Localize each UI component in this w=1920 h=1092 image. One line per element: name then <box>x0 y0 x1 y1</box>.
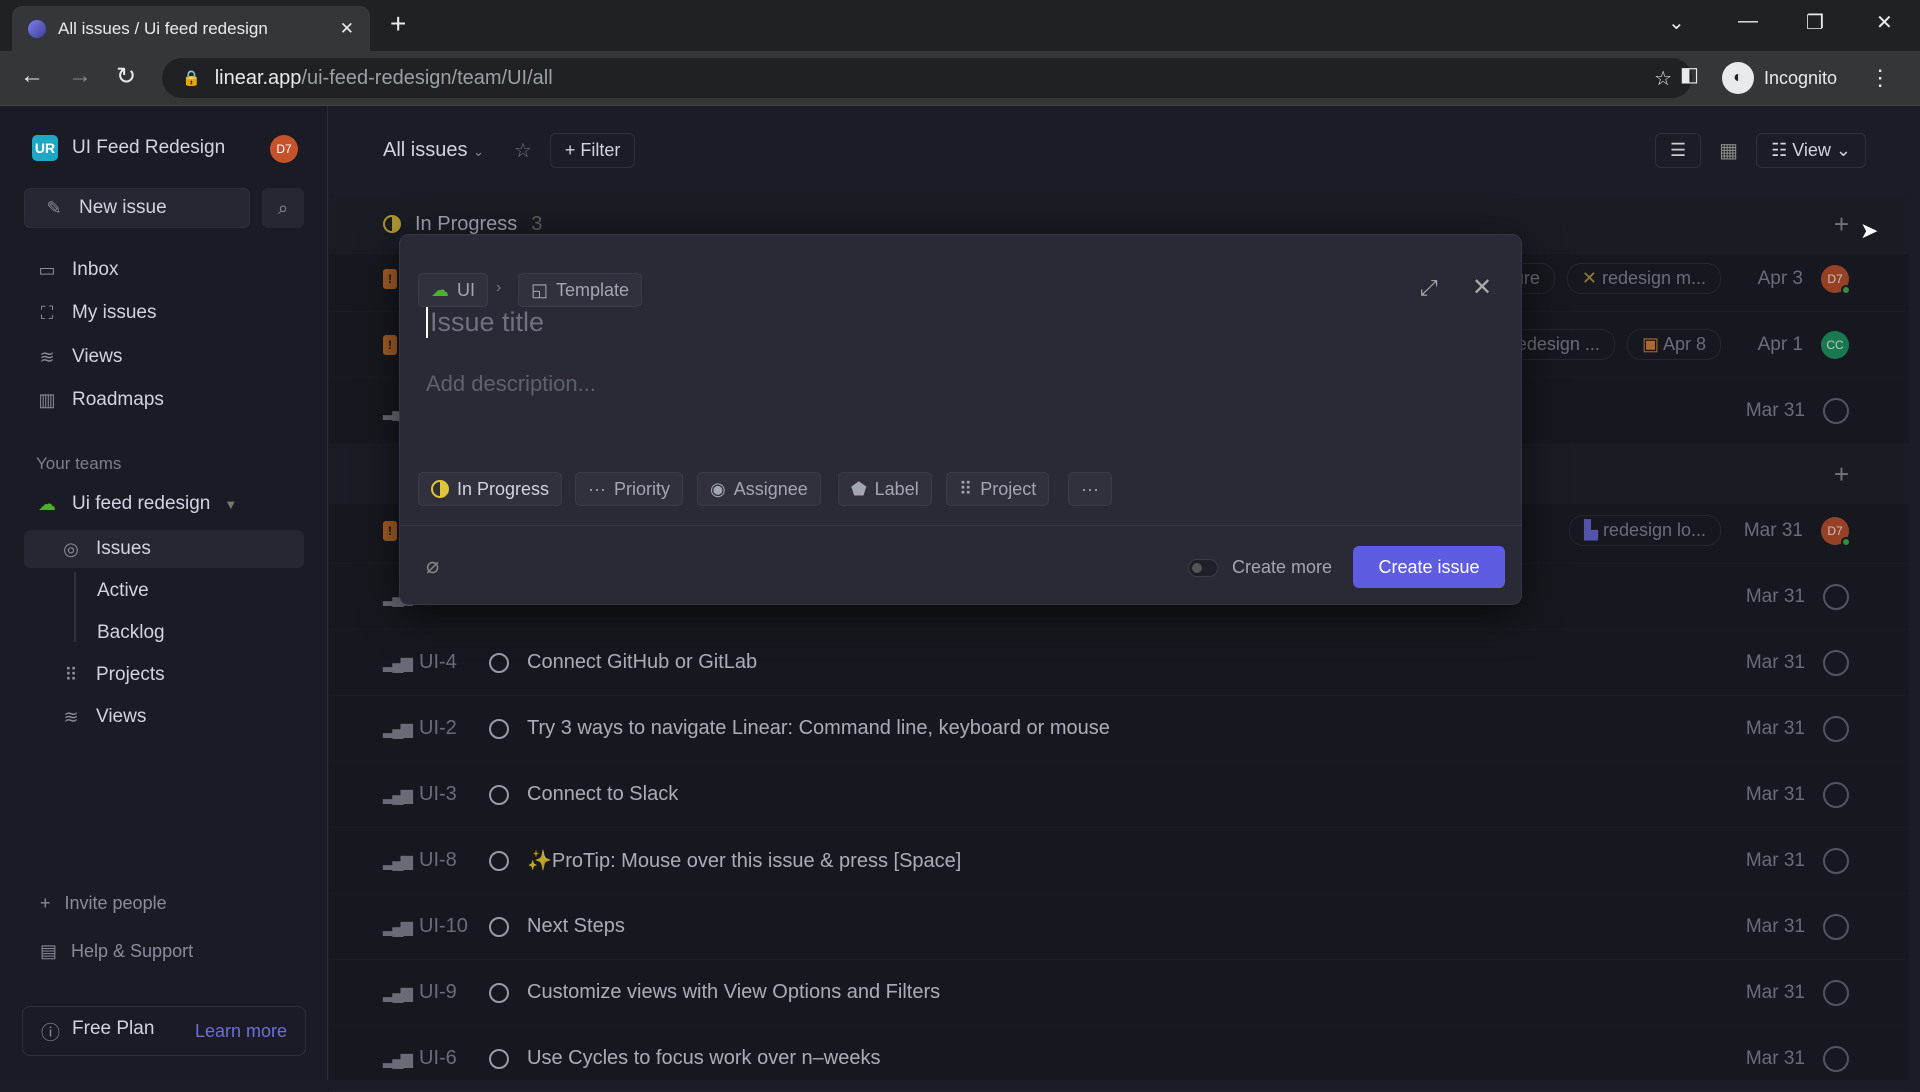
sidebar-item-views[interactable]: ≋ Views <box>36 346 122 368</box>
issue-description-input[interactable]: Add description... <box>426 371 596 397</box>
lock-icon: 🔒 <box>182 70 201 87</box>
sidebar-item-roadmaps[interactable]: ▥ Roadmaps <box>36 389 163 411</box>
favorite-star-icon[interactable]: ☆ <box>514 138 532 163</box>
user-avatar[interactable]: D7 <box>270 135 298 163</box>
attachment-icon[interactable]: ⌀ <box>426 553 439 579</box>
browser-tab-bar: All issues / Ui feed redesign ✕ + ⌄ — ❐ ✕ <box>0 0 1920 51</box>
filter-button[interactable]: + Filter <box>549 132 636 168</box>
forward-icon[interactable]: → <box>68 62 92 90</box>
view-title-dropdown[interactable]: All issues ⌄ <box>383 139 484 162</box>
sidebar-item-backlog[interactable]: Backlog <box>97 622 165 644</box>
in-progress-icon <box>431 480 449 498</box>
search-button[interactable]: ⌕ <box>262 188 304 228</box>
list-layout-icon[interactable]: ☰ <box>1655 132 1702 168</box>
projects-icon: ⠿ <box>64 664 78 685</box>
sidepanel-icon[interactable]: ◧ <box>1680 62 1699 87</box>
sidebar-item-my-issues[interactable]: ⛶ My issues <box>36 302 157 324</box>
close-tab-icon[interactable]: ✕ <box>340 19 354 39</box>
sidebar-item-issues[interactable]: ◎ Issues <box>60 538 151 560</box>
priority-dots-icon: ··· <box>588 478 606 499</box>
mouse-cursor-icon: ➤ <box>1860 218 1879 243</box>
project-selector[interactable]: ⠿ Project <box>946 472 1050 506</box>
back-icon[interactable]: ← <box>20 62 44 90</box>
sidebar-item-team-views[interactable]: ≋ Views <box>60 706 146 728</box>
create-more-toggle[interactable]: Create more <box>1188 557 1332 578</box>
view-header: All issues ⌄ ☆ + Filter ☰ ▦ ☷ View ⌄ <box>329 106 1920 194</box>
template-icon: ◱ <box>531 279 549 300</box>
more-horizontal-icon: ··· <box>1081 478 1099 499</box>
search-icon: ⌕ <box>277 197 289 218</box>
menu-kebab-icon[interactable]: ⋮ <box>1869 65 1891 91</box>
tab-search-icon[interactable]: ⌄ <box>1668 10 1685 35</box>
invite-people-link[interactable]: + Invite people <box>40 893 167 914</box>
tree-line <box>74 572 76 642</box>
priority-selector[interactable]: ··· Priority <box>575 472 683 506</box>
user-circle-icon: ◉ <box>710 478 726 499</box>
compose-icon: ✎ <box>46 197 62 218</box>
create-issue-modal: ☁ UI › ◱ Template ⤢ ✕ Issue title Add desc… <box>399 234 1522 605</box>
learn-more-link[interactable]: Learn more <box>195 1021 287 1042</box>
template-button[interactable]: ◱ Template <box>518 273 643 307</box>
layers-icon: ≋ <box>63 706 79 727</box>
linear-favicon-icon <box>28 19 46 38</box>
toggle-switch[interactable] <box>1188 558 1218 577</box>
map-icon: ▥ <box>38 389 56 410</box>
divider <box>400 525 1521 526</box>
layers-icon: ≋ <box>39 346 55 367</box>
issues-icon: ◎ <box>63 538 79 559</box>
plus-icon: + <box>40 893 51 913</box>
workspace-switcher[interactable]: UR UI Feed Redesign <box>32 135 225 161</box>
close-icon[interactable]: ✕ <box>1472 273 1492 302</box>
incognito-profile[interactable]: ◐ Incognito ⋮ <box>1722 58 1891 98</box>
view-options-button[interactable]: ☷ View ⌄ <box>1756 132 1866 168</box>
cloud-icon: ☁ <box>431 279 449 300</box>
reload-icon[interactable]: ↻ <box>116 62 136 91</box>
assignee-selector[interactable]: ◉ Assignee <box>697 472 821 506</box>
new-tab-button[interactable]: + <box>390 8 406 40</box>
bookmark-star-icon[interactable]: ☆ <box>1654 66 1672 91</box>
teams-heading: Your teams <box>36 454 122 473</box>
expand-icon[interactable]: ⤢ <box>1420 275 1438 301</box>
sidebar-item-active[interactable]: Active <box>97 580 149 602</box>
team-ui-feed-redesign[interactable]: ☁ Ui feed redesign ▼ <box>36 493 237 515</box>
help-support-link[interactable]: ▤ Help & Support <box>40 941 193 962</box>
projects-icon: ⠿ <box>959 478 973 499</box>
more-options-button[interactable]: ··· <box>1068 472 1112 506</box>
help-icon: ▤ <box>40 941 58 961</box>
issue-title-input[interactable]: Issue title <box>426 307 544 338</box>
breadcrumb-chevron-icon: › <box>496 279 502 296</box>
sidebar-item-projects[interactable]: ⠿ Projects <box>60 664 164 686</box>
restore-button[interactable]: ❐ <box>1806 10 1824 35</box>
my-issues-icon: ⛶ <box>40 302 54 323</box>
incognito-icon: ◐ <box>1722 62 1754 94</box>
minimize-button[interactable]: — <box>1738 10 1758 33</box>
board-layout-icon[interactable]: ▦ <box>1719 138 1738 163</box>
caret-down-icon: ▼ <box>224 496 238 512</box>
new-issue-button[interactable]: ✎ New issue <box>24 188 250 228</box>
chevron-down-icon: ⌄ <box>473 143 484 159</box>
team-selector[interactable]: ☁ UI <box>418 273 488 307</box>
close-window-button[interactable]: ✕ <box>1876 10 1893 35</box>
free-plan-box: ⓘ Free Plan Learn more <box>22 1006 306 1056</box>
sidebar: UR UI Feed Redesign D7 ✎ New issue ⌕ ▭ Inbo… <box>0 106 328 1080</box>
plan-icon: ⓘ <box>41 1022 61 1044</box>
status-selector[interactable]: In Progress <box>418 472 563 506</box>
browser-tab[interactable]: All issues / Ui feed redesign ✕ <box>12 6 370 51</box>
cloud-icon: ☁ <box>38 493 56 514</box>
create-issue-button[interactable]: Create issue <box>1353 546 1505 588</box>
label-selector[interactable]: ⬟ Label <box>838 472 932 506</box>
inbox-icon: ▭ <box>38 259 56 280</box>
url-input[interactable]: 🔒 linear.app/ui-feed-redesign/team/UI/all… <box>162 58 1692 98</box>
tag-icon: ⬟ <box>851 478 867 499</box>
sidebar-item-inbox[interactable]: ▭ Inbox <box>36 259 118 281</box>
